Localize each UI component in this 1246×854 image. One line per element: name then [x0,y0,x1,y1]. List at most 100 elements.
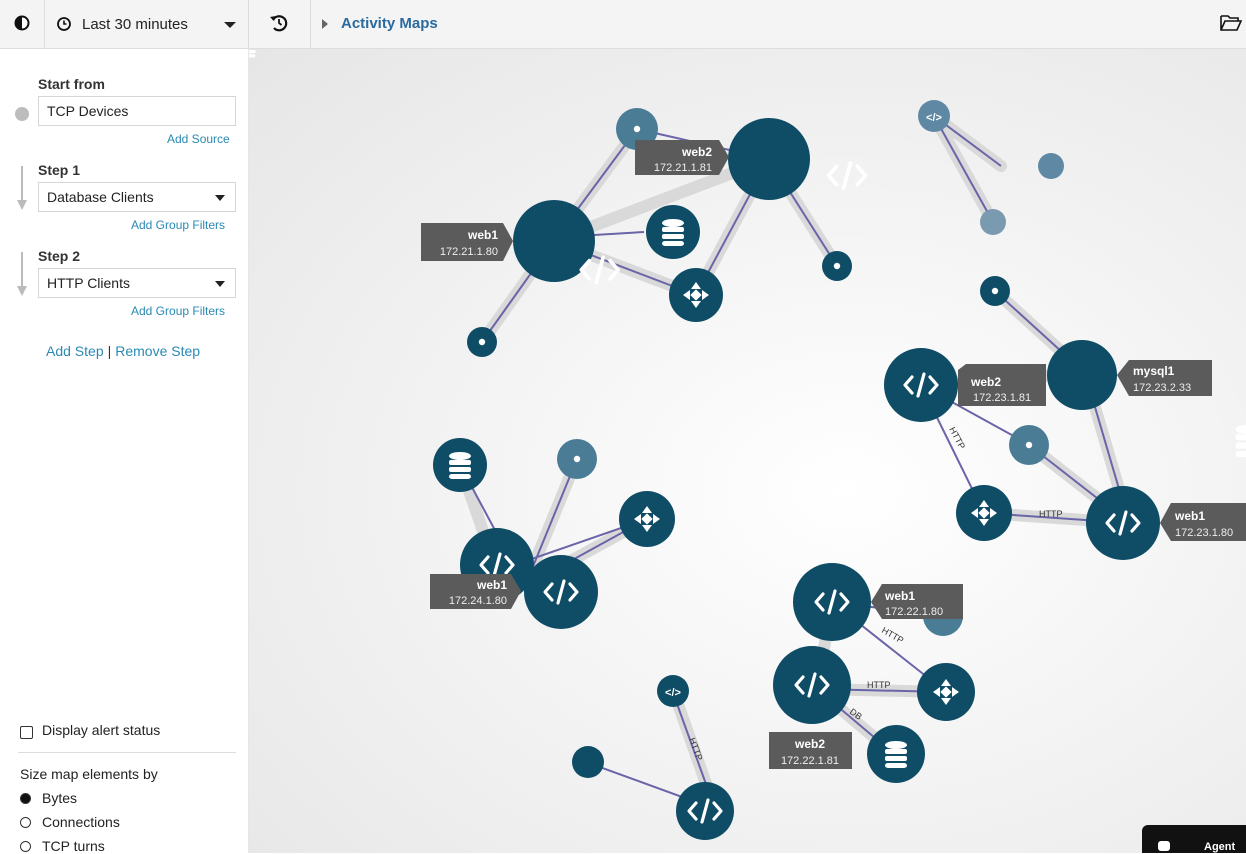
device-name: web1 [1174,509,1205,523]
history-icon[interactable] [268,12,290,34]
device-ip: 172.21.1.81 [654,162,712,174]
edge-label: HTTP [947,425,967,450]
node-gateway[interactable] [917,663,975,721]
add-step-link[interactable]: Add Step [46,343,104,359]
node-peer[interactable] [980,209,1006,235]
device-label[interactable]: web1 172.23.1.80 [1160,503,1246,541]
display-alert-checkbox[interactable] [20,726,33,739]
device-label[interactable]: web2 172.22.1.81 [769,732,852,769]
node-peer[interactable] [467,327,497,357]
node-database[interactable] [867,725,925,783]
step1-select[interactable]: Database Clients [38,182,236,212]
device-name: web2 [970,375,1001,389]
sidebar: Start from TCP Devices Add Source Step 1… [0,49,249,854]
device-name: web1 [467,228,498,242]
node-app[interactable] [676,782,734,840]
top-toolbar: Last 30 minutes Activity Maps [0,0,1246,49]
remove-step-link[interactable]: Remove Step [115,343,200,359]
size-by-label: Size map elements by [20,766,158,782]
device-ip: 172.23.1.81 [973,392,1031,404]
device-name: web1 [884,589,915,603]
device-ip: 172.22.1.81 [781,755,839,767]
arrow-down-icon [17,252,27,296]
device-name: web2 [681,145,712,159]
device-label[interactable]: web2 172.21.1.81 [635,140,729,175]
node-peer[interactable] [980,276,1010,306]
toolbar-divider [248,0,249,48]
device-label[interactable]: web1 172.24.1.80 [430,574,521,609]
node-web1-172-22-1-80[interactable] [793,563,871,641]
agent-chat-tab[interactable]: Agent [1142,825,1246,853]
step2-select[interactable]: HTTP Clients [38,268,236,298]
svg-text:</>: </> [926,112,942,124]
add-source-link[interactable]: Add Source [167,132,230,146]
chevron-down-icon [215,281,225,287]
device-label[interactable]: web2 172.23.1.81 [958,364,1046,406]
device-name: web1 [476,578,507,592]
chevron-down-icon [224,22,236,28]
start-from-label: Start from [38,76,105,92]
device-name: web2 [794,737,825,751]
toolbar-divider [44,0,45,48]
activity-map-canvas[interactable]: HTTP HTTP HTTP HTTP DB HTTP </> </> web2… [249,49,1246,853]
node-database[interactable] [249,49,604,778]
node-peer[interactable] [1038,153,1064,179]
device-ip: 172.22.1.80 [885,606,943,618]
breadcrumb-title[interactable]: Activity Maps [341,15,438,32]
node-peer[interactable] [1009,425,1049,465]
device-label[interactable]: mysql1 172.23.2.33 [1117,360,1212,396]
radio-tcp-turns[interactable] [20,841,31,852]
node-web1-172-21-1-80[interactable] [513,200,620,285]
device-ip: 172.23.1.80 [1175,527,1233,539]
radio-connections[interactable] [20,817,31,828]
device-ip: 172.21.1.80 [440,246,498,258]
toggle-sidebar-icon[interactable] [14,15,30,31]
node-peer[interactable] [822,251,852,281]
chat-icon [1158,841,1170,851]
node-web2-172-23-1-81[interactable] [884,348,958,422]
source-input[interactable]: TCP Devices [38,96,236,126]
node-app[interactable]: </> [657,675,689,707]
toolbar-divider [310,0,311,48]
step-actions: Add Step | Remove Step [46,343,200,359]
step2-label: Step 2 [38,248,81,264]
clock-icon [57,17,71,31]
chevron-down-icon [215,195,225,201]
device-ip: 172.23.2.33 [1133,382,1191,394]
node-mysql1-172-23-2-33[interactable] [1047,340,1246,458]
device-label[interactable]: web1 172.22.1.80 [871,584,963,619]
node-web1-172-24-1-80[interactable] [524,555,598,629]
device-name: mysql1 [1133,364,1175,378]
node-gateway[interactable] [619,491,675,547]
edge-label: HTTP [867,680,891,690]
add-group-filters-link[interactable]: Add Group Filters [131,218,225,232]
display-alert-label: Display alert status [42,722,161,738]
sidebar-divider [18,752,236,753]
node-web1-172-23-1-80[interactable] [1086,486,1160,560]
arrow-down-icon [17,166,27,210]
step2-value: HTTP Clients [47,275,130,291]
add-group-filters-link[interactable]: Add Group Filters [131,304,225,318]
node-database[interactable] [433,438,487,492]
step-separator: | [107,343,112,359]
radio-tcp-turns-label: TCP turns [42,838,105,854]
node-database[interactable] [646,205,700,259]
activity-map[interactable]: HTTP HTTP HTTP HTTP DB HTTP </> </> web2… [249,49,1246,853]
node-web2-172-22-1-81[interactable] [773,646,851,724]
folder-open-icon[interactable] [1220,14,1242,32]
svg-text:</>: </> [665,687,681,699]
node-gateway[interactable] [669,268,723,322]
device-label[interactable]: web1 172.21.1.80 [421,223,513,261]
breadcrumb-expand-icon[interactable] [322,19,328,29]
radio-bytes[interactable] [20,793,31,804]
node-gateway[interactable] [956,485,1012,541]
node-web2-172-21-1-81[interactable] [728,118,868,200]
device-ip: 172.24.1.80 [449,595,507,607]
source-indicator-icon [15,107,29,121]
radio-bytes-label: Bytes [42,790,78,806]
edge-label: HTTP [1039,509,1063,519]
node-peer[interactable] [557,439,597,479]
node-app[interactable]: </> [918,100,950,132]
agent-tab-label: Agent [1204,841,1236,853]
time-range-selector[interactable]: Last 30 minutes [50,10,240,38]
